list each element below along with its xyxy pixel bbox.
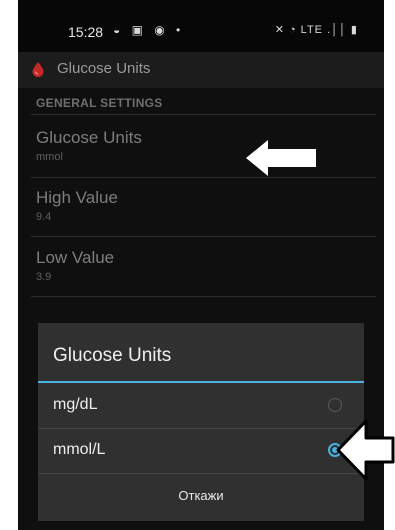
divider (31, 236, 376, 237)
blood-drop-icon (32, 62, 44, 77)
option-label: mg/dL (53, 396, 98, 413)
notification-icons: ◒ ▣ ◉ • (113, 23, 185, 37)
pref-summary: 3.9 (36, 271, 52, 283)
pref-high-value[interactable]: High Value 9.4 (36, 188, 366, 223)
pref-glucose-units[interactable]: Glucose Units mmol (36, 128, 366, 163)
dialog-title: Glucose Units (53, 345, 172, 366)
dialog-title-divider (38, 381, 364, 383)
status-bar: 15:28 ◒ ▣ ◉ • ✕ ◔ LTE .││ ▮ (18, 0, 384, 52)
divider (31, 114, 376, 115)
option-mmol-l[interactable]: mmol/L (38, 429, 364, 473)
signal-battery-icons: ✕ ◔ LTE .││ ▮ (274, 24, 358, 36)
app-bar: Glucose Units (18, 52, 384, 88)
phone-screen: 15:28 ◒ ▣ ◉ • ✕ ◔ LTE .││ ▮ Glucose Unit… (18, 0, 384, 530)
option-label: mmol/L (53, 441, 106, 458)
app-title: Glucose Units (57, 60, 151, 77)
left-arrow-annotation-icon (246, 140, 316, 176)
divider (31, 177, 376, 178)
divider (31, 296, 376, 297)
pref-summary: 9.4 (36, 211, 52, 223)
pref-title: Glucose Units (36, 128, 142, 147)
pref-low-value[interactable]: Low Value 3.9 (36, 248, 366, 283)
section-header: GENERAL SETTINGS (36, 96, 163, 110)
status-time: 15:28 (68, 24, 104, 40)
pref-summary: mmol (36, 151, 63, 163)
glucose-units-dialog: Glucose Units mg/dL mmol/L Откажи (38, 323, 364, 521)
option-mg-dl[interactable]: mg/dL (38, 384, 364, 428)
radio-unchecked-icon[interactable] (328, 398, 342, 412)
pref-title: Low Value (36, 248, 115, 267)
cancel-button[interactable]: Откажи (38, 473, 364, 519)
right-pointing-arrow-annotation-icon (336, 419, 395, 481)
pref-title: High Value (36, 188, 118, 207)
